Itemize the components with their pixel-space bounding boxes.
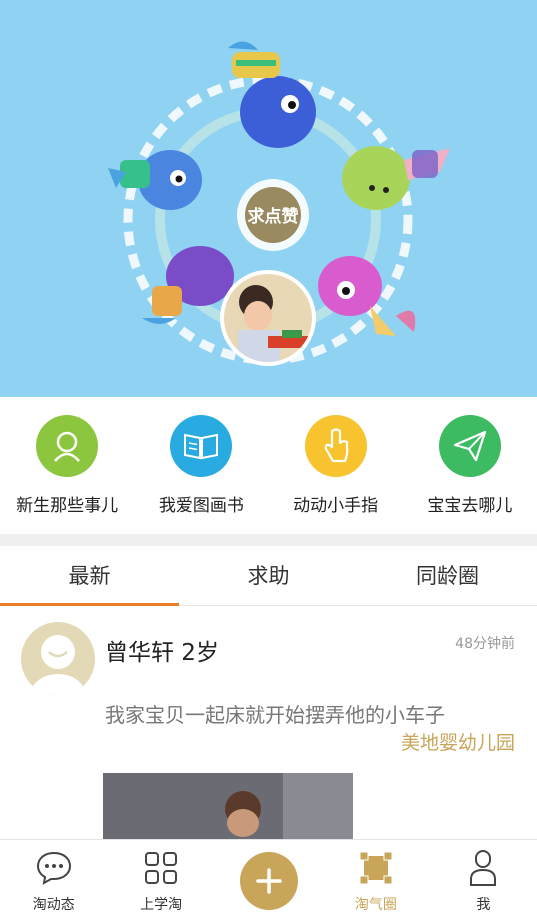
chat-bubble-icon <box>34 848 74 888</box>
tab-same-age[interactable]: 同龄圈 <box>358 546 537 605</box>
nav-label: 我 <box>476 897 491 913</box>
avatar[interactable] <box>21 622 95 696</box>
post-content: 我家宝贝一起床就开始摆弄他的小车子 <box>105 703 445 727</box>
section-divider <box>0 534 537 546</box>
nav-me[interactable]: 我 <box>430 840 537 920</box>
category-newborn[interactable]: 新生那些事儿 <box>0 397 134 534</box>
category-finger-games[interactable]: 动动小手指 <box>269 397 403 534</box>
paper-plane-icon <box>438 415 501 477</box>
blue-fish-left <box>108 150 202 210</box>
post-time: 48分钟前 <box>455 636 515 652</box>
banner-illustration: 求点赞 <box>108 41 450 366</box>
open-book-icon <box>170 415 233 477</box>
category-label: 新生那些事儿 <box>16 496 119 516</box>
nav-label: 淘气圈 <box>354 897 397 913</box>
nav-label: 淘动态 <box>32 897 75 913</box>
finger-icon <box>304 415 367 477</box>
nav-add[interactable] <box>215 840 322 920</box>
hero-banner[interactable]: 求点赞 <box>0 0 537 397</box>
feed-tabs: 最新 求助 同龄圈 <box>0 546 537 606</box>
bottom-nav: 淘动态 上学淘 淘气圈 我 <box>0 839 537 920</box>
tab-latest[interactable]: 最新 <box>0 546 179 606</box>
plus-icon <box>239 852 298 910</box>
feed-post[interactable]: 曾华轩 2岁 48分钟前 我家宝贝一起床就开始摆弄他的小车子 美地婴幼儿园 <box>0 607 537 839</box>
category-label: 宝宝去哪儿 <box>427 496 513 516</box>
person-icon <box>463 848 503 888</box>
nav-circle[interactable]: 淘气圈 <box>322 840 429 920</box>
nav-label: 上学淘 <box>140 897 183 913</box>
badge-text: 求点赞 <box>248 206 299 227</box>
square-frame-icon <box>356 848 396 888</box>
category-row: 新生那些事儿 我爱图画书 动动小手指 宝宝去哪儿 <box>0 397 537 534</box>
blue-fish-top <box>228 41 316 148</box>
post-photo[interactable] <box>103 773 353 839</box>
nav-school[interactable]: 上学淘 <box>107 840 214 920</box>
post-author[interactable]: 曾华轩 2岁 <box>105 633 219 667</box>
category-baby-trips[interactable]: 宝宝去哪儿 <box>403 397 537 534</box>
category-label: 动动小手指 <box>293 496 379 516</box>
category-label: 我爱图画书 <box>158 496 244 516</box>
green-fish-right <box>342 146 450 210</box>
category-picture-books[interactable]: 我爱图画书 <box>134 397 268 534</box>
post-school[interactable]: 美地婴幼儿园 <box>401 728 515 755</box>
baby-face-icon <box>36 415 99 477</box>
tab-help[interactable]: 求助 <box>179 546 358 605</box>
nav-feed[interactable]: 淘动态 <box>0 840 107 920</box>
grid-icon <box>141 848 181 888</box>
child-photo <box>220 270 316 366</box>
